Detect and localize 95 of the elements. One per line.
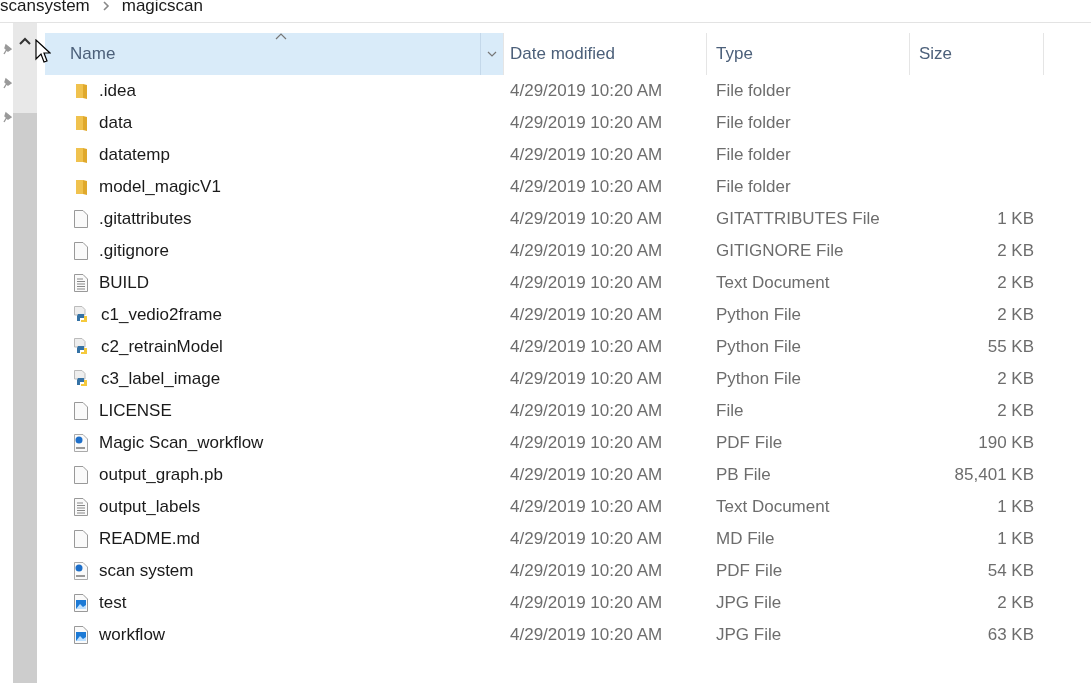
file-size: 190 KB — [978, 433, 1034, 453]
file-type: MD File — [716, 529, 775, 549]
file-type: Python File — [716, 305, 802, 325]
date-modified: 4/29/2019 10:20 AM — [510, 337, 663, 357]
file-size: 1 KB — [997, 497, 1034, 517]
file-type: GITIGNORE File — [716, 241, 844, 261]
file-size: 1 KB — [997, 209, 1034, 229]
file-size: 2 KB — [997, 593, 1034, 613]
file-size: 63 KB — [987, 625, 1034, 645]
folder-icon — [73, 82, 89, 100]
file-type: File folder — [716, 81, 791, 101]
file-name[interactable]: model_magicV1 — [99, 177, 221, 197]
file-size: 2 KB — [997, 241, 1034, 261]
file-name[interactable]: LICENSE — [99, 401, 172, 421]
file-size: 2 KB — [997, 273, 1034, 293]
file-size: 1 KB — [997, 529, 1034, 549]
date-modified: 4/29/2019 10:20 AM — [510, 241, 663, 261]
file-icon — [73, 241, 89, 261]
image-file-icon — [73, 593, 89, 613]
file-size: 2 KB — [997, 369, 1034, 389]
file-name[interactable]: data — [99, 113, 133, 133]
date-modified: 4/29/2019 10:20 AM — [510, 113, 663, 133]
date-modified: 4/29/2019 10:20 AM — [510, 497, 663, 517]
file-type: JPG File — [716, 625, 782, 645]
folder-icon — [73, 114, 89, 132]
dropdown-chevron-icon[interactable] — [487, 51, 497, 57]
file-name[interactable]: c2_retrainModel — [101, 337, 223, 357]
file-name[interactable]: README.md — [99, 529, 201, 549]
file-name[interactable]: Magic Scan_workflow — [99, 433, 264, 453]
file-size: 2 KB — [997, 305, 1034, 325]
pin-icon — [1, 77, 12, 89]
date-modified: 4/29/2019 10:20 AM — [510, 529, 663, 549]
folder-icon — [73, 146, 89, 164]
file-size: 85,401 KB — [954, 465, 1034, 485]
date-modified: 4/29/2019 10:20 AM — [510, 177, 663, 197]
file-name[interactable]: .gitattributes — [99, 209, 192, 229]
column-header[interactable]: Name — [45, 33, 504, 75]
file-name[interactable]: datatemp — [99, 145, 170, 165]
file-type: File — [716, 401, 744, 421]
file-name[interactable]: .gitignore — [99, 241, 169, 261]
file-name[interactable]: BUILD — [99, 273, 150, 293]
text-file-icon — [73, 497, 89, 517]
file-type: File folder — [716, 145, 791, 165]
file-name[interactable]: test — [99, 593, 127, 613]
date-modified: 4/29/2019 10:20 AM — [510, 369, 663, 389]
folder-icon — [73, 178, 89, 196]
date-modified: 4/29/2019 10:20 AM — [510, 625, 663, 645]
file-name[interactable]: workflow — [99, 625, 166, 645]
column-header[interactable]: Type — [707, 33, 910, 75]
date-modified: 4/29/2019 10:20 AM — [510, 209, 663, 229]
file-icon — [73, 465, 89, 485]
file-size: 2 KB — [997, 401, 1034, 421]
file-size: 54 KB — [987, 561, 1034, 581]
file-name[interactable]: scan system — [99, 561, 194, 581]
file-type: PDF File — [716, 561, 783, 581]
file-type: Text Document — [716, 497, 830, 517]
date-modified: 4/29/2019 10:20 AM — [510, 561, 663, 581]
text-file-icon — [73, 273, 89, 293]
file-name[interactable]: output_graph.pb — [99, 465, 223, 485]
breadcrumb-item[interactable]: scansystem — [0, 0, 90, 16]
chevron-right-icon — [101, 1, 110, 11]
column-header[interactable]: Size — [910, 33, 1044, 75]
file-type: File folder — [716, 113, 791, 133]
file-icon — [73, 401, 89, 421]
image-file-icon — [73, 625, 89, 645]
pin-icon — [1, 111, 12, 123]
date-modified: 4/29/2019 10:20 AM — [510, 273, 663, 293]
file-type: PB File — [716, 465, 771, 485]
column-header[interactable]: Date modified — [504, 33, 707, 75]
file-type: Python File — [716, 369, 802, 389]
file-type: JPG File — [716, 593, 782, 613]
file-icon — [73, 209, 89, 229]
file-icon — [73, 529, 89, 549]
sort-ascending-icon — [275, 33, 287, 40]
date-modified: 4/29/2019 10:20 AM — [510, 145, 663, 165]
file-size: 55 KB — [987, 337, 1034, 357]
pin-icon — [1, 43, 12, 55]
file-type: PDF File — [716, 433, 783, 453]
file-type: GITATTRIBUTES File — [716, 209, 880, 229]
file-type: Python File — [716, 337, 802, 357]
file-name[interactable]: c3_label_image — [101, 369, 221, 389]
file-type: Text Document — [716, 273, 830, 293]
file-name[interactable]: c1_vedio2frame — [101, 305, 222, 325]
date-modified: 4/29/2019 10:20 AM — [510, 433, 663, 453]
date-modified: 4/29/2019 10:20 AM — [510, 81, 663, 101]
mouse-pointer-icon — [35, 39, 51, 65]
date-modified: 4/29/2019 10:20 AM — [510, 401, 663, 421]
date-modified: 4/29/2019 10:20 AM — [510, 593, 663, 613]
pdf-file-icon — [73, 561, 89, 581]
date-modified: 4/29/2019 10:20 AM — [510, 465, 663, 485]
date-modified: 4/29/2019 10:20 AM — [510, 305, 663, 325]
file-name[interactable]: .idea — [99, 81, 136, 101]
pdf-file-icon — [73, 433, 89, 453]
file-type: File folder — [716, 177, 791, 197]
file-name[interactable]: output_labels — [99, 497, 201, 517]
